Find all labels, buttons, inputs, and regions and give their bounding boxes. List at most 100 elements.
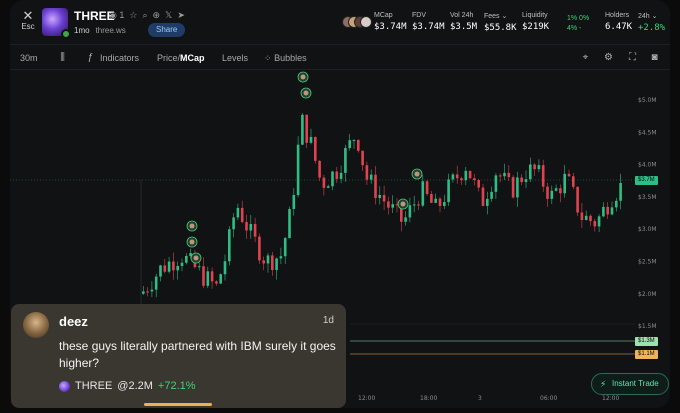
drawing-tool-icon[interactable]: ⌖ bbox=[579, 51, 592, 64]
comment-username[interactable]: deez bbox=[59, 314, 88, 329]
comment-text: these guys literally partnered with IBM … bbox=[59, 339, 336, 370]
bubbles-icon: ⁘ bbox=[264, 53, 272, 63]
candle bbox=[352, 139, 356, 141]
avatar[interactable] bbox=[23, 312, 49, 338]
candle bbox=[404, 217, 407, 222]
esc-button[interactable]: ✕ Esc bbox=[18, 8, 38, 31]
candle bbox=[529, 164, 532, 180]
candle bbox=[516, 177, 519, 198]
candle bbox=[236, 207, 240, 218]
y-axis-tick-label: $3.0M bbox=[638, 226, 657, 233]
candle bbox=[275, 258, 278, 271]
stat-key: FDV bbox=[412, 12, 426, 19]
candle bbox=[197, 266, 201, 268]
candle bbox=[576, 186, 579, 213]
candle bbox=[176, 265, 179, 271]
candle bbox=[154, 276, 158, 290]
token-avatar[interactable] bbox=[42, 8, 71, 39]
candle bbox=[163, 265, 167, 272]
candle bbox=[215, 281, 218, 284]
indicators-button[interactable]: Indicators bbox=[100, 53, 139, 63]
candle bbox=[223, 261, 227, 275]
candle bbox=[541, 165, 545, 187]
candle bbox=[344, 148, 347, 173]
eye-icon[interactable]: ◉ 1 bbox=[109, 10, 124, 21]
x-social-icon[interactable]: 𝕏 bbox=[165, 10, 172, 21]
chevron-down-icon: ⌄ bbox=[501, 13, 508, 20]
stat-value: $219K bbox=[522, 22, 550, 32]
gear-icon[interactable]: ⚙ bbox=[602, 51, 615, 64]
trade-bubble-avatar bbox=[400, 201, 406, 207]
candle bbox=[537, 165, 541, 170]
price-mcap-toggle[interactable]: Price/MCap bbox=[157, 53, 205, 63]
camera-icon[interactable]: ◙ bbox=[648, 51, 661, 64]
close-icon: ✕ bbox=[22, 8, 34, 23]
stat-fees[interactable]: Fees ⌄ $55.8K bbox=[484, 12, 517, 33]
stat-value: $55.8K bbox=[484, 23, 517, 33]
candle bbox=[339, 172, 343, 179]
globe-icon[interactable]: ⊕ bbox=[153, 10, 161, 21]
trade-bubble-avatar bbox=[189, 239, 195, 245]
candle bbox=[253, 223, 257, 237]
candle bbox=[150, 289, 154, 292]
share-button[interactable]: Share bbox=[148, 23, 186, 37]
levels-button[interactable]: Levels bbox=[222, 53, 248, 63]
interval-selector[interactable]: 30m bbox=[20, 53, 38, 63]
candle bbox=[550, 190, 554, 199]
comment-mcap: @2.2M bbox=[117, 380, 153, 392]
instant-trade-label: Instant Trade bbox=[612, 379, 659, 388]
candle bbox=[271, 255, 274, 271]
function-icon[interactable]: ƒ bbox=[84, 51, 97, 64]
holder-changes: 1% 0% 4% - bbox=[567, 14, 589, 34]
star-icon[interactable]: ☆ bbox=[129, 10, 137, 21]
candle bbox=[185, 255, 188, 263]
x-axis-tick-label: 12:00 bbox=[602, 395, 619, 402]
candle bbox=[357, 139, 360, 151]
candle bbox=[602, 206, 605, 217]
bubbles-button[interactable]: ⁘ Bubbles bbox=[264, 53, 307, 64]
candle bbox=[511, 177, 515, 198]
stat-key: Vol 24h bbox=[450, 12, 474, 19]
candle bbox=[180, 262, 184, 266]
candle bbox=[232, 217, 235, 230]
instant-trade-button[interactable]: ⚡ Instant Trade bbox=[591, 373, 669, 395]
candle bbox=[486, 198, 489, 206]
telegram-icon[interactable]: ➤ bbox=[177, 10, 185, 21]
candle-type-icon[interactable]: ⫼ bbox=[56, 51, 69, 64]
holder-avatars[interactable] bbox=[342, 16, 372, 30]
candle bbox=[309, 136, 313, 143]
search-icon[interactable]: ⌕ bbox=[142, 10, 147, 21]
comment-change: +72.1% bbox=[157, 380, 196, 392]
candle bbox=[572, 176, 575, 187]
candle bbox=[262, 260, 265, 264]
token-domain-link[interactable]: three.ws bbox=[96, 26, 126, 35]
candle bbox=[335, 171, 339, 179]
esc-label: Esc bbox=[21, 22, 35, 31]
candle bbox=[228, 229, 231, 262]
candle bbox=[219, 274, 222, 284]
x-axis-tick-label: 18:00 bbox=[420, 395, 437, 402]
candle bbox=[430, 193, 433, 203]
candle bbox=[387, 201, 390, 208]
candle bbox=[507, 172, 511, 178]
carousel-indicator[interactable] bbox=[144, 403, 212, 406]
stat-key: Holders bbox=[605, 12, 630, 19]
holder-change-bottom: 4% - bbox=[567, 25, 582, 32]
candle bbox=[326, 186, 330, 188]
stat-key-text: Fees bbox=[484, 13, 500, 20]
candle bbox=[240, 207, 244, 223]
stat-24h[interactable]: 24h ⌄ +2.8% bbox=[638, 12, 665, 33]
candle bbox=[567, 173, 571, 177]
candle bbox=[464, 170, 468, 181]
candle bbox=[279, 256, 283, 259]
chevron-down-icon: ⌄ bbox=[651, 13, 658, 20]
candle bbox=[378, 194, 382, 198]
header-icon-row: ◉ 1 ☆ ⌕ ⊕ 𝕏 ➤ bbox=[109, 10, 185, 21]
fullscreen-icon[interactable]: ⛶ bbox=[626, 51, 639, 64]
comment-card[interactable]: deez 1d these guys literally partnered w… bbox=[11, 304, 346, 408]
candle bbox=[451, 174, 455, 180]
candle bbox=[365, 165, 369, 180]
candle bbox=[494, 175, 498, 192]
candle bbox=[322, 177, 326, 188]
stat-value: $3.5M bbox=[450, 22, 478, 32]
